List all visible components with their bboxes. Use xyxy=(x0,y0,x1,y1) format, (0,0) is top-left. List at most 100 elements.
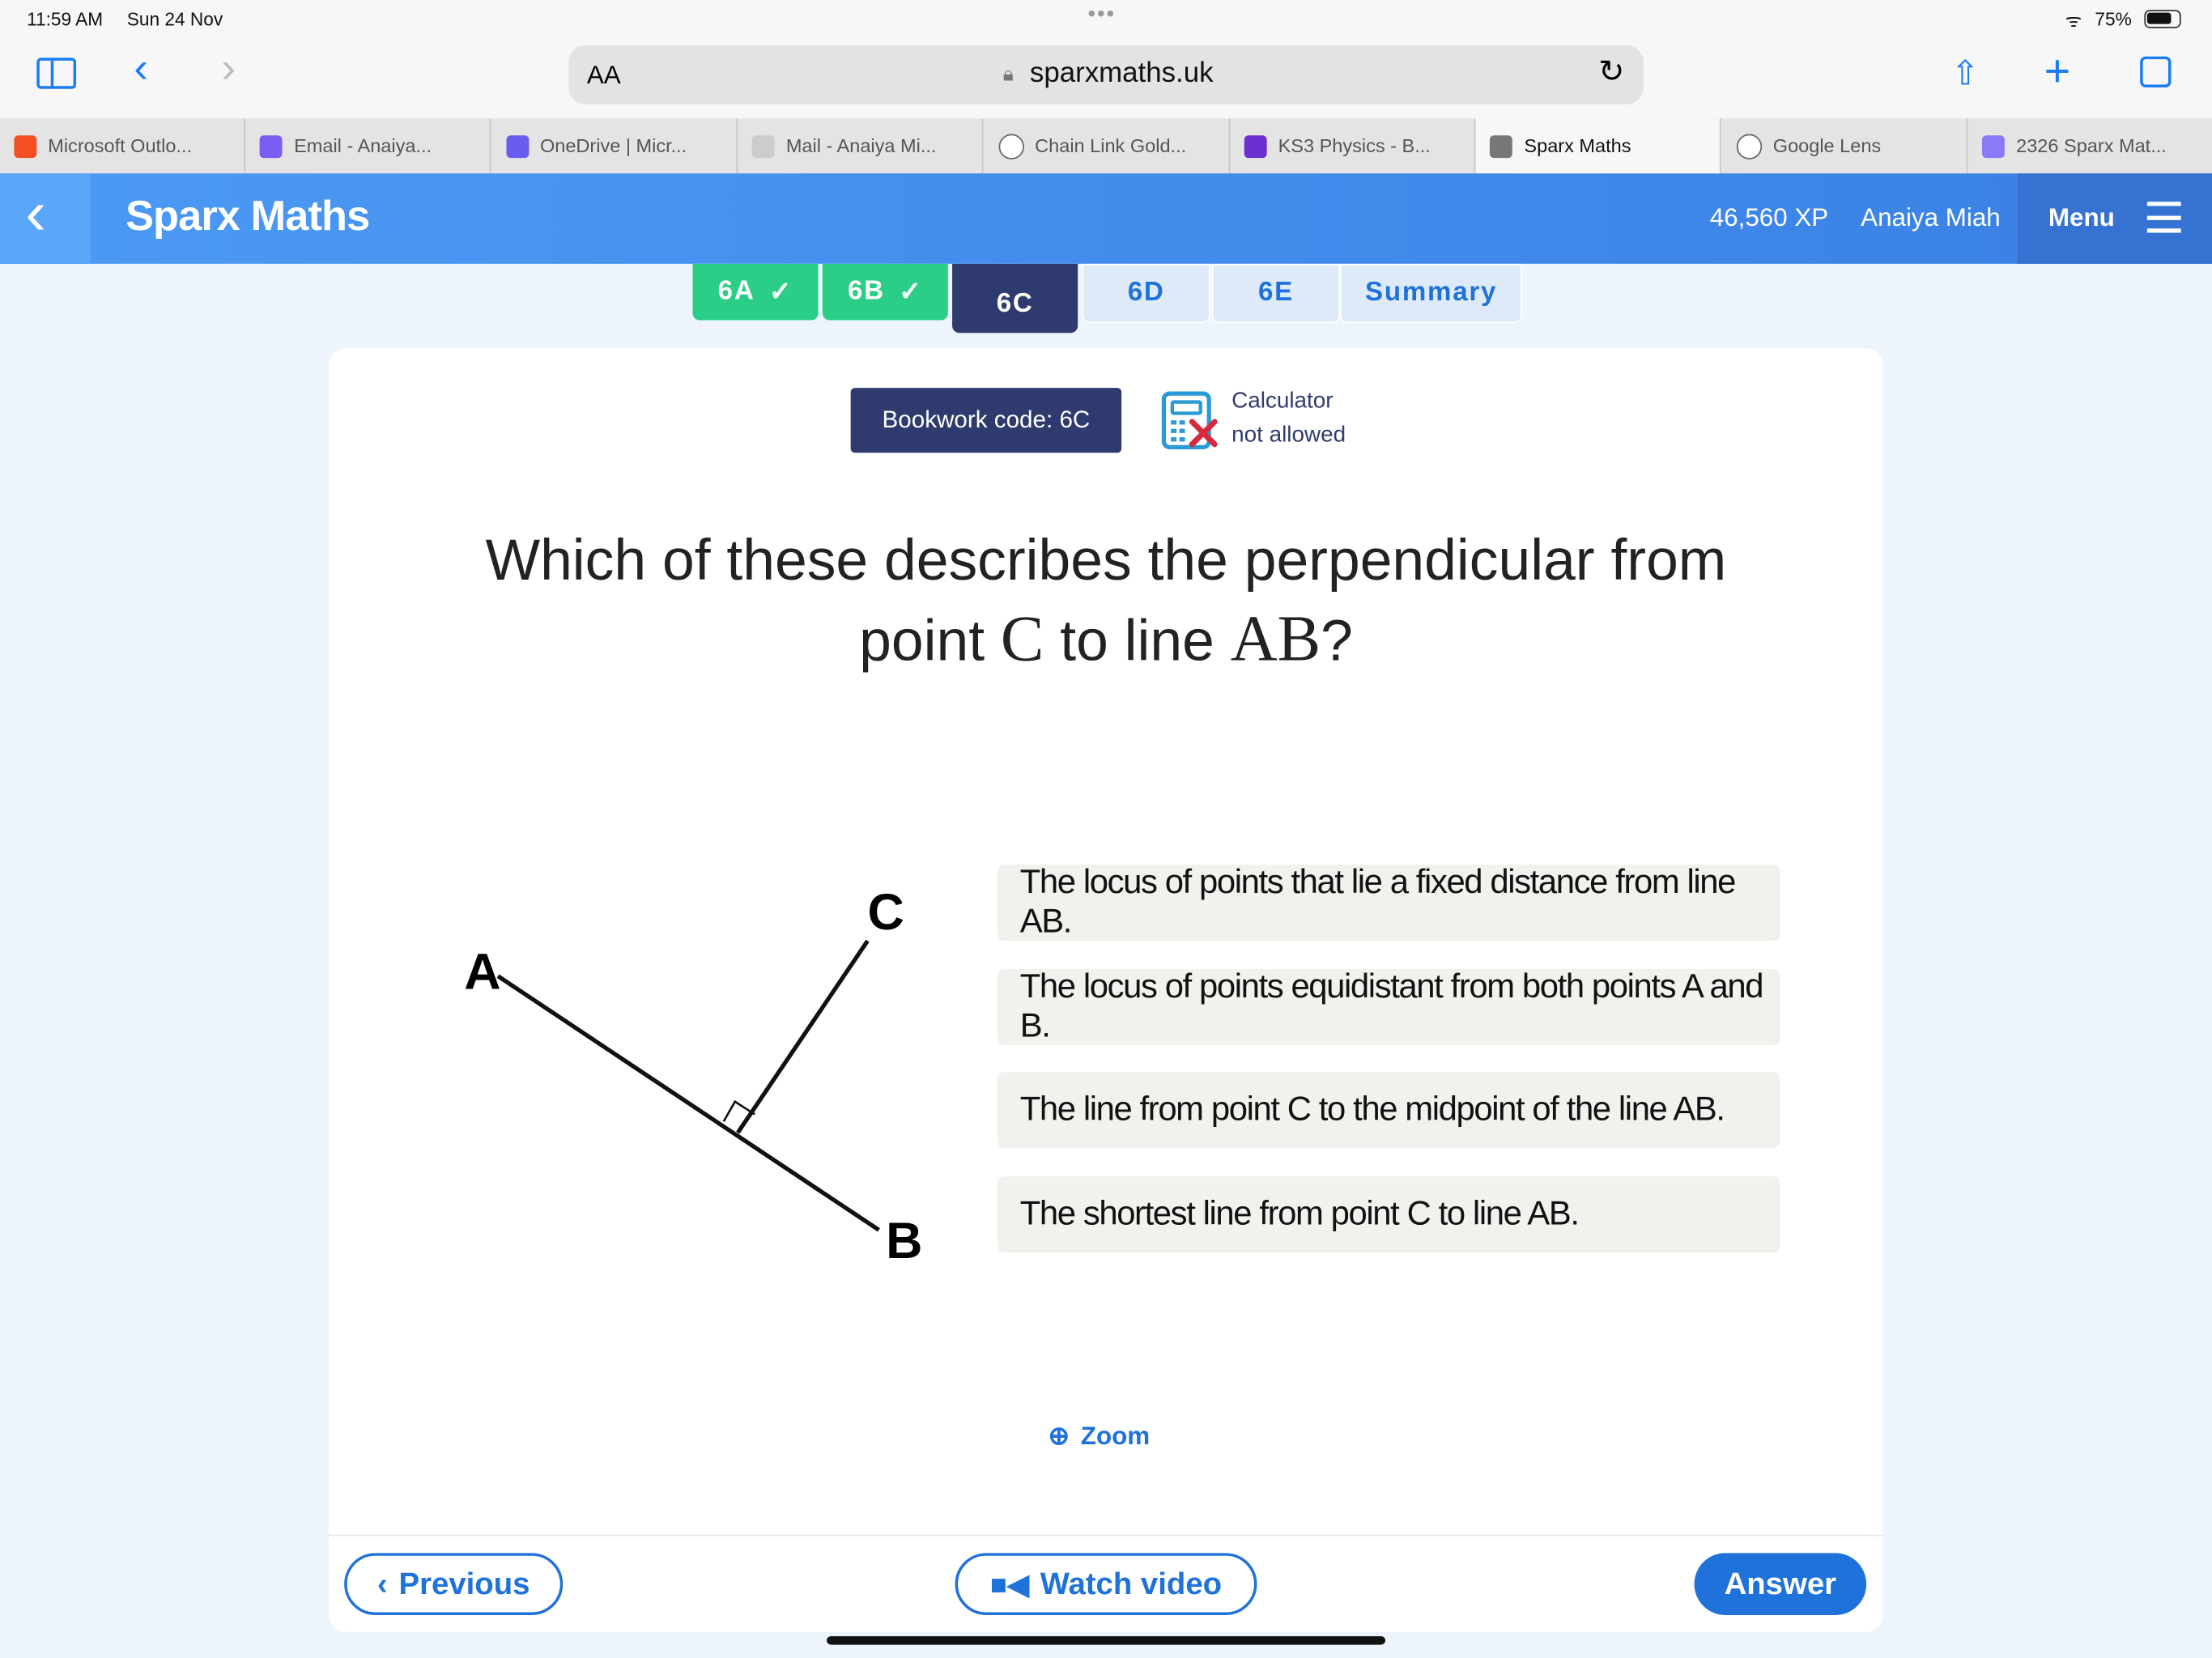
battery-percent: 75% xyxy=(2095,8,2132,30)
check-icon: ✓ xyxy=(899,277,923,307)
favicon-icon xyxy=(14,134,37,158)
favicon-icon xyxy=(1982,134,2006,158)
label-c: C xyxy=(868,884,904,941)
question-text: Which of these describes the perpendicul… xyxy=(329,521,1883,680)
question-tab-summary[interactable]: Summary xyxy=(1340,263,1522,323)
back-icon[interactable]: ‹ xyxy=(134,45,148,93)
tab-label: 6D xyxy=(1127,278,1165,308)
question-line-2: point C to line AB? xyxy=(329,599,1883,679)
favicon-icon xyxy=(1736,133,1762,159)
perpendicular-line xyxy=(736,939,870,1134)
question-tab-6b[interactable]: 6B ✓ xyxy=(822,263,948,321)
status-bar: 11:59 AM Sun 24 Nov ••• ᯤ 75% xyxy=(0,0,2212,43)
tab-label: Mail - Anaiya Mi... xyxy=(785,135,937,157)
battery-icon xyxy=(2144,10,2181,28)
zoom-button[interactable]: ⊕ Zoom xyxy=(1049,1422,1151,1452)
back-button[interactable]: ‹ xyxy=(0,173,91,264)
date: Sun 24 Nov xyxy=(126,8,223,30)
tab-label: Chain Link Gold... xyxy=(1035,135,1187,157)
previous-label: Previous xyxy=(398,1566,530,1601)
q-point: C xyxy=(1000,602,1044,674)
divider xyxy=(328,1534,1884,1537)
calculator-status: not allowed xyxy=(1231,423,1346,448)
browser-tab[interactable]: Microsoft Outlo... xyxy=(0,118,246,174)
question-tab-6c[interactable]: 6C xyxy=(952,263,1078,334)
q-text: ? xyxy=(1321,607,1353,674)
lock-icon: 🔒︎ xyxy=(1002,62,1014,85)
chevron-left-icon: ‹ xyxy=(376,1566,388,1601)
close-tab-icon[interactable] xyxy=(1490,134,1513,158)
tab-label: 6A xyxy=(717,276,755,307)
browser-tab[interactable]: OneDrive | Micr... xyxy=(492,118,738,174)
favicon-icon xyxy=(506,134,530,158)
label-a: A xyxy=(464,943,500,1000)
tab-label: Microsoft Outlo... xyxy=(48,135,193,157)
question-tab-6a[interactable]: 6A ✓ xyxy=(692,263,819,321)
xp-count: 46,560 XP xyxy=(1709,202,1829,232)
check-icon: ✓ xyxy=(768,277,793,307)
tab-label: Sparx Maths xyxy=(1524,135,1631,157)
previous-button[interactable]: ‹ Previous xyxy=(344,1553,564,1615)
forward-icon[interactable]: › xyxy=(222,45,236,93)
favicon-icon xyxy=(260,134,283,158)
multitask-dots-icon[interactable]: ••• xyxy=(1087,2,1116,28)
question-line-1: Which of these describes the perpendicul… xyxy=(485,527,1727,593)
reload-icon[interactable]: ↻ xyxy=(1598,53,1624,90)
line-ab xyxy=(496,974,880,1232)
favicon-icon xyxy=(751,134,775,158)
answer-button[interactable]: Answer xyxy=(1694,1553,1867,1615)
zoom-label: Zoom xyxy=(1080,1422,1151,1451)
q-text: to line xyxy=(1044,607,1231,674)
q-text: point xyxy=(859,607,1001,674)
menu-button[interactable]: Menu xyxy=(2017,173,2212,264)
favicon-icon xyxy=(1244,134,1267,158)
wifi-icon: ᯤ xyxy=(2065,10,2082,32)
question-tab-6e[interactable]: 6E xyxy=(1211,263,1341,323)
answer-option[interactable]: The line from point C to the midpoint of… xyxy=(997,1072,1780,1149)
tab-label: 2326 Sparx Mat... xyxy=(2016,135,2167,157)
favicon-icon xyxy=(998,133,1024,159)
tab-label: 6E xyxy=(1257,278,1294,308)
calculator-label: Calculator xyxy=(1231,389,1334,414)
tabs-overview-icon[interactable] xyxy=(2140,56,2172,88)
user-name[interactable]: Anaiya Miah xyxy=(1861,203,2001,233)
tab-label: 6B xyxy=(847,276,885,307)
zoom-in-icon: ⊕ xyxy=(1048,1422,1070,1451)
home-indicator[interactable] xyxy=(827,1636,1385,1645)
tab-label: OneDrive | Micr... xyxy=(539,135,687,157)
q-line: AB xyxy=(1230,602,1321,674)
answer-option[interactable]: The shortest line from point C to line A… xyxy=(997,1176,1780,1253)
diagram: A C B xyxy=(464,884,922,1269)
browser-tab[interactable]: Sparx Maths xyxy=(1476,118,1722,174)
watch-video-label: Watch video xyxy=(1040,1566,1223,1601)
share-icon[interactable]: ⇧ xyxy=(1951,53,1980,95)
hamburger-icon xyxy=(2146,202,2181,233)
text-size-button[interactable]: AA xyxy=(587,61,621,91)
app-title: Sparx Maths xyxy=(125,193,370,240)
browser-tab[interactable]: Google Lens xyxy=(1722,118,1968,174)
tab-label: KS3 Physics - B... xyxy=(1278,135,1431,157)
url-text[interactable]: sparxmaths.uk xyxy=(1030,57,1214,90)
browser-tab[interactable]: 2326 Sparx Mat... xyxy=(1968,118,2212,173)
watch-video-button[interactable]: ■◀ Watch video xyxy=(955,1553,1257,1615)
question-tab-6d[interactable]: 6D xyxy=(1082,263,1210,323)
label-b: B xyxy=(886,1213,922,1269)
address-bar[interactable]: AA 🔒︎ sparxmaths.uk ↻ xyxy=(568,45,1644,104)
sidebar-icon[interactable] xyxy=(36,57,77,89)
bookwork-code: Bookwork code: 6C xyxy=(850,388,1122,453)
new-tab-icon[interactable]: + xyxy=(2044,45,2071,97)
tab-label: 6C xyxy=(996,288,1034,318)
browser-tab-bar: Microsoft Outlo... Email - Anaiya... OneDr… xyxy=(0,118,2212,176)
answer-option[interactable]: The locus of points equidistant from bot… xyxy=(997,967,1780,1045)
video-camera-icon: ■◀ xyxy=(989,1569,1029,1601)
browser-tab[interactable]: Mail - Anaiya Mi... xyxy=(738,118,984,174)
answer-label: Answer xyxy=(1724,1566,1837,1601)
calculator-not-allowed-icon xyxy=(1161,391,1218,449)
menu-label: Menu xyxy=(2048,202,2115,232)
answer-option[interactable]: The locus of points that lie a fixed dis… xyxy=(997,863,1780,942)
tab-label: Email - Anaiya... xyxy=(294,135,432,157)
browser-tab[interactable]: Chain Link Gold... xyxy=(984,118,1230,174)
browser-tab[interactable]: KS3 Physics - B... xyxy=(1230,118,1476,174)
browser-tab[interactable]: Email - Anaiya... xyxy=(246,118,492,174)
time: 11:59 AM xyxy=(27,8,104,30)
